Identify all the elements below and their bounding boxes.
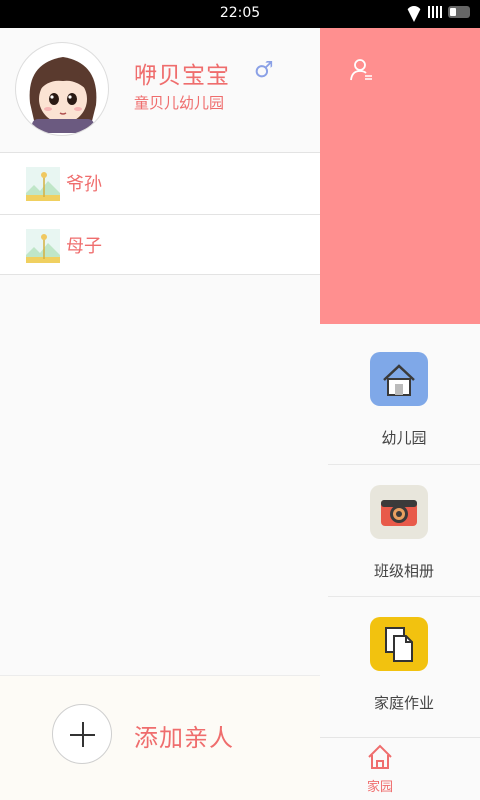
- male-gender-icon: ♂: [254, 58, 274, 83]
- feature-label: 班级相册: [373, 562, 434, 580]
- relative-label: 母子: [66, 236, 102, 257]
- list-item[interactable]: 母子: [0, 214, 320, 275]
- wifi-icon: [406, 6, 422, 18]
- feature-label: 家庭作业: [373, 694, 434, 712]
- documents-icon: [370, 617, 428, 671]
- plus-icon[interactable]: [52, 704, 112, 764]
- status-bar: 22:05: [0, 0, 480, 28]
- add-relative-label[interactable]: 添加亲人: [134, 718, 234, 753]
- navigation-drawer: 咿贝宝宝 ♂ 童贝儿幼儿园 爷孙 母子 添加亲人: [0, 28, 320, 800]
- relatives-list: 爷孙 母子: [0, 153, 320, 275]
- home-tab-icon[interactable]: [367, 744, 393, 770]
- relative-thumbnail-icon: [26, 167, 60, 201]
- profile-school: 童贝儿幼儿园: [134, 94, 225, 112]
- bottom-tab-bar: 家园: [320, 737, 480, 800]
- profile-header[interactable]: 咿贝宝宝 ♂ 童贝儿幼儿园: [0, 28, 320, 153]
- tab-home-label[interactable]: 家园: [320, 776, 440, 795]
- profile-name: 咿贝宝宝: [134, 63, 230, 89]
- main-content-panel: 幼儿园 班级相册 家庭作业 家园: [320, 28, 480, 800]
- house-icon: [370, 352, 428, 406]
- user-icon[interactable]: [350, 58, 374, 82]
- list-item[interactable]: 爷孙: [0, 153, 320, 214]
- camera-icon: [370, 485, 428, 539]
- feature-kindergarten[interactable]: 幼儿园: [328, 332, 480, 464]
- feature-label: 幼儿园: [381, 429, 427, 447]
- add-relative-bar[interactable]: 添加亲人: [0, 675, 320, 800]
- battery-icon: [448, 6, 470, 18]
- signal-icon: [428, 6, 442, 18]
- relative-thumbnail-icon: [26, 229, 60, 263]
- relative-label: 爷孙: [66, 174, 102, 195]
- feature-homework[interactable]: 家庭作业: [328, 596, 480, 728]
- feature-class-album[interactable]: 班级相册: [328, 464, 480, 596]
- avatar[interactable]: [15, 42, 109, 136]
- header-banner: [320, 28, 480, 324]
